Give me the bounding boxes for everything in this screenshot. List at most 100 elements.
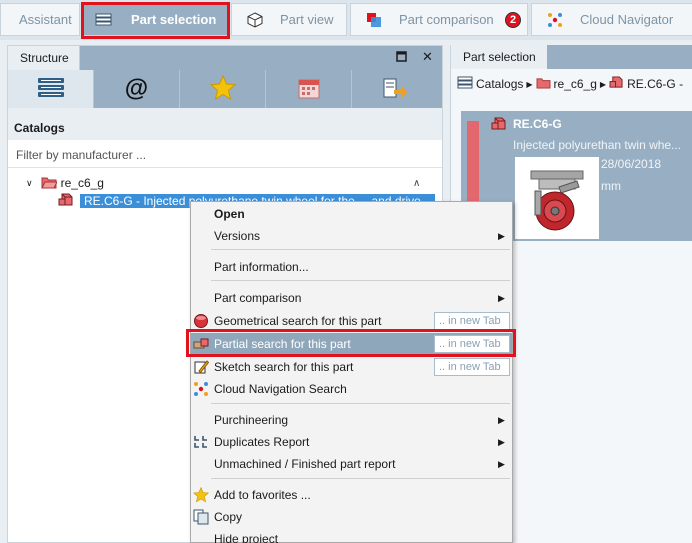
menu-item-copy[interactable]: Copy: [191, 506, 512, 528]
catalog-icon: [95, 12, 113, 28]
tree-scroll-up-icon[interactable]: ∧: [413, 174, 420, 192]
part-thumbnail: [515, 157, 599, 239]
close-icon[interactable]: ✕: [422, 49, 433, 65]
duplicates-icon: [192, 433, 210, 451]
structure-panel-header: Structure ✕: [8, 46, 442, 70]
menu-item-label: Geometrical search for this part: [214, 314, 382, 328]
menu-item-purchineering[interactable]: Purchineering ▶: [191, 409, 512, 431]
star-icon: [192, 486, 210, 504]
tab-part-selection-label: Part selection: [131, 12, 217, 27]
submenu-arrow-icon: ▶: [498, 414, 505, 425]
menu-item-label: Copy: [214, 510, 243, 524]
breadcrumb-arrow-icon: ▶: [526, 79, 533, 89]
books-icon: [36, 76, 66, 103]
menu-item-part-comparison[interactable]: Part comparison ▶: [191, 287, 512, 309]
tab-part-selection[interactable]: Part selection: [82, 3, 228, 36]
partial-search-icon: [192, 335, 210, 353]
breadcrumb: Catalogs ▶ re_c6_g ▶ RE.C6-G -: [451, 69, 692, 99]
catalogs-view-button[interactable]: [8, 70, 94, 108]
cloud-nav-icon: [192, 380, 210, 398]
tab-cloud-navigator[interactable]: Cloud Navigator: [531, 3, 692, 36]
menu-item-partial-search[interactable]: Partial search for this part .. in new T…: [191, 333, 512, 355]
folder-icon: [536, 76, 551, 92]
catalog-icon: [457, 76, 473, 93]
menu-item-label: Part information...: [214, 260, 309, 274]
folder-open-icon: [40, 175, 58, 192]
tree-item-re-c6-g[interactable]: ∨ re_c6_g: [26, 174, 104, 192]
menu-item-label: Open: [214, 207, 245, 221]
menu-item-label: Cloud Navigation Search: [214, 382, 347, 396]
menu-separator: [211, 249, 510, 250]
menu-item-label: Unmachined / Finished part report: [214, 457, 396, 471]
open-in-new-tab-button[interactable]: .. in new Tab: [434, 335, 510, 353]
favorites-view-button[interactable]: [180, 70, 266, 108]
export-view-button[interactable]: [352, 70, 438, 108]
cloud-nav-icon: [546, 12, 564, 28]
menu-item-label: Add to favorites ...: [214, 488, 311, 502]
geometry-search-icon: [192, 312, 210, 330]
menu-item-label: Duplicates Report: [214, 435, 310, 449]
menu-item-open[interactable]: Open: [191, 203, 512, 225]
menu-item-duplicates-report[interactable]: Duplicates Report ▶: [191, 431, 512, 453]
tab-part-view[interactable]: Part view: [231, 3, 347, 36]
menu-item-unmachined-finished-report[interactable]: Unmachined / Finished part report ▶: [191, 453, 512, 475]
menu-separator: [211, 280, 510, 281]
calendar-icon: [297, 76, 321, 103]
at-sign-icon: @: [124, 75, 149, 102]
menu-item-part-information[interactable]: Part information...: [191, 256, 512, 278]
tab-part-view-label: Part view: [280, 12, 334, 27]
breadcrumb-part[interactable]: RE.C6-G -: [627, 77, 683, 91]
structure-tab[interactable]: Structure: [8, 46, 80, 70]
breadcrumb-re-c6-g[interactable]: re_c6_g: [554, 77, 597, 91]
submenu-arrow-icon: ▶: [498, 436, 505, 447]
tab-part-comparison[interactable]: Part comparison: [350, 3, 528, 36]
star-icon: [209, 74, 236, 104]
menu-separator: [211, 403, 510, 404]
export-icon: [382, 76, 408, 103]
menu-item-sketch-search[interactable]: Sketch search for this part .. in new Ta…: [191, 356, 512, 378]
part-selection-panel-header: Part selection: [451, 45, 692, 69]
menu-item-hide-project[interactable]: Hide project: [191, 528, 512, 543]
menu-item-cloud-navigation-search[interactable]: Cloud Navigation Search: [191, 378, 512, 400]
part-card-date: 28/06/2018: [601, 157, 662, 171]
part-cube-icon: [58, 193, 74, 210]
menu-item-add-to-favorites[interactable]: Add to favorites ...: [191, 484, 512, 506]
copy-icon: [192, 508, 210, 526]
maximize-icon[interactable]: [396, 50, 407, 65]
catalogs-heading: Catalogs: [8, 108, 442, 140]
menu-item-label: Purchineering: [214, 413, 289, 427]
email-view-button[interactable]: @: [94, 70, 180, 108]
tab-assistant[interactable]: Assistant: [0, 3, 80, 36]
part-card-description: Injected polyurethan twin whe...: [513, 138, 682, 152]
part-card-title: RE.C6-G: [513, 117, 562, 131]
part-selection-tab[interactable]: Part selection: [451, 45, 547, 69]
catalog-view-toolbar: @: [8, 70, 442, 108]
part-cube-icon: [609, 76, 624, 92]
breadcrumb-catalogs[interactable]: Catalogs: [476, 77, 523, 91]
part-cube-icon: [491, 117, 507, 134]
submenu-arrow-icon: ▶: [498, 292, 505, 303]
open-in-new-tab-button[interactable]: .. in new Tab: [434, 312, 510, 330]
manufacturer-filter-input[interactable]: Filter by manufacturer ...: [8, 140, 442, 168]
open-in-new-tab-button[interactable]: .. in new Tab: [434, 358, 510, 376]
tab-part-comparison-label: Part comparison: [399, 12, 494, 27]
calendar-view-button[interactable]: [266, 70, 352, 108]
top-tab-bar: Assistant Part selection Part view Part …: [0, 0, 692, 40]
tree-item-label: re_c6_g: [60, 176, 104, 190]
menu-item-label: Versions: [214, 229, 261, 243]
compare-icon: [365, 12, 383, 28]
tab-cloud-navigator-label: Cloud Navigator: [580, 12, 674, 27]
menu-item-label: Sketch search for this part: [214, 360, 354, 374]
menu-item-label: Partial search for this part: [214, 337, 351, 351]
menu-item-geometrical-search[interactable]: Geometrical search for this part .. in n…: [191, 310, 512, 332]
cube-icon: [246, 11, 264, 28]
breadcrumb-arrow-icon: ▶: [599, 79, 607, 89]
comparison-count-badge: 2: [505, 12, 521, 28]
menu-item-label: Hide project: [214, 532, 279, 543]
menu-separator: [211, 478, 510, 479]
sketch-search-icon: [192, 358, 210, 376]
menu-item-versions[interactable]: Versions ▶: [191, 225, 512, 247]
chevron-down-icon[interactable]: ∨: [26, 178, 33, 189]
tab-assistant-label: Assistant: [19, 12, 72, 27]
submenu-arrow-icon: ▶: [498, 458, 505, 469]
